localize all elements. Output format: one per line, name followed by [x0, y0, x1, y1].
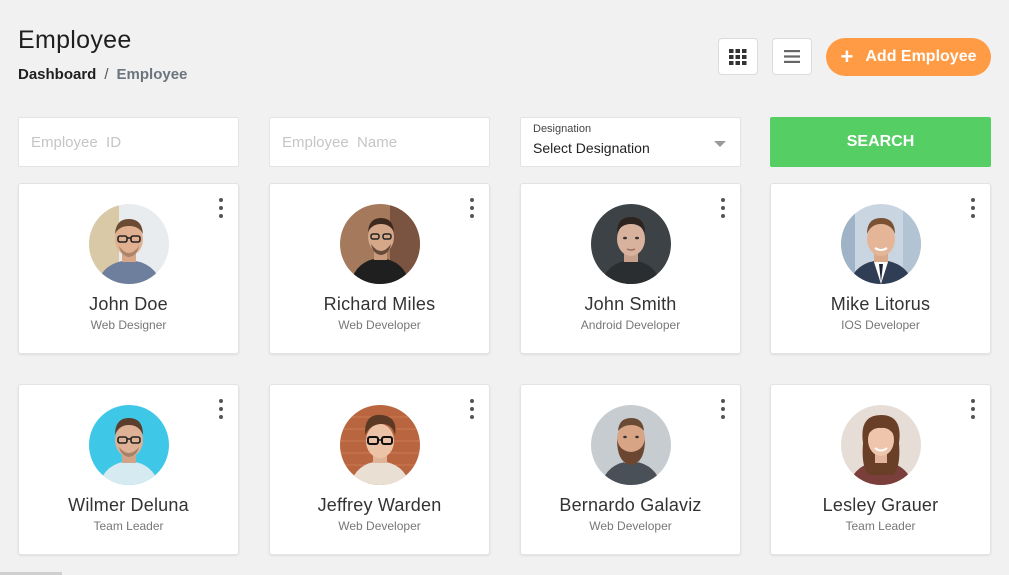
employee-role: Web Developer [589, 519, 672, 533]
designation-value: Select Designation [533, 140, 650, 156]
employee-name[interactable]: Wilmer Deluna [19, 495, 238, 516]
employee-card: Wilmer Deluna Team Leader [18, 384, 239, 555]
avatar[interactable] [89, 204, 169, 284]
employee-role: Web Developer [338, 318, 421, 332]
more-options-icon[interactable] [719, 399, 727, 419]
employee-name[interactable]: Bernardo Galaviz [521, 495, 740, 516]
employee-card: Richard Miles Web Developer [269, 183, 490, 354]
more-options-icon[interactable] [468, 399, 476, 419]
employee-name[interactable]: John Smith [521, 294, 740, 315]
more-options-icon[interactable] [719, 198, 727, 218]
breadcrumb-dashboard-link[interactable]: Dashboard [18, 66, 96, 83]
more-options-icon[interactable] [217, 399, 225, 419]
employee-card: Lesley Grauer Team Leader [770, 384, 991, 555]
breadcrumb: Dashboard / Employee [18, 66, 187, 83]
grid-view-button[interactable] [718, 38, 758, 75]
avatar[interactable] [591, 204, 671, 284]
employee-card: John Smith Android Developer [520, 183, 741, 354]
employee-card: John Doe Web Designer [18, 183, 239, 354]
employee-name-input[interactable] [270, 118, 489, 166]
employee-role: Android Developer [580, 318, 681, 332]
employee-name[interactable]: John Doe [19, 294, 238, 315]
employee-role: Team Leader [845, 519, 916, 533]
more-options-icon[interactable] [969, 399, 977, 419]
employee-id-input[interactable] [19, 118, 238, 166]
employee-name[interactable]: Jeffrey Warden [270, 495, 489, 516]
avatar[interactable] [591, 405, 671, 485]
employee-name[interactable]: Mike Litorus [771, 294, 990, 315]
avatar[interactable] [89, 405, 169, 485]
employee-name[interactable]: Richard Miles [270, 294, 489, 315]
employee-role: Web Developer [338, 519, 421, 533]
more-options-icon[interactable] [217, 198, 225, 218]
chevron-down-icon [714, 141, 726, 147]
avatar[interactable] [841, 405, 921, 485]
more-options-icon[interactable] [969, 198, 977, 218]
employee-name-field [269, 117, 490, 167]
breadcrumb-separator: / [104, 66, 109, 83]
breadcrumb-current: Employee [116, 66, 188, 83]
plus-icon: + [840, 44, 854, 69]
employee-role: Team Leader [93, 519, 164, 533]
list-icon [784, 50, 800, 63]
employee-card: Mike Litorus IOS Developer [770, 183, 991, 354]
avatar[interactable] [841, 204, 921, 284]
employee-card: Bernardo Galaviz Web Developer [520, 384, 741, 555]
designation-label: Designation [533, 123, 592, 135]
employee-card: Jeffrey Warden Web Developer [269, 384, 490, 555]
more-options-icon[interactable] [468, 198, 476, 218]
employee-role: Web Designer [90, 318, 167, 332]
employee-role: IOS Developer [841, 318, 920, 332]
add-employee-button[interactable]: + Add Employee [826, 38, 991, 76]
add-employee-label: Add Employee [865, 48, 977, 65]
search-button[interactable]: SEARCH [770, 117, 991, 167]
avatar[interactable] [340, 405, 420, 485]
page-title: Employee [18, 26, 132, 54]
employee-name[interactable]: Lesley Grauer [771, 495, 990, 516]
employee-id-field [18, 117, 239, 167]
grid-icon [729, 48, 747, 65]
avatar[interactable] [340, 204, 420, 284]
designation-select[interactable]: Designation Select Designation [520, 117, 741, 167]
list-view-button[interactable] [772, 38, 812, 75]
